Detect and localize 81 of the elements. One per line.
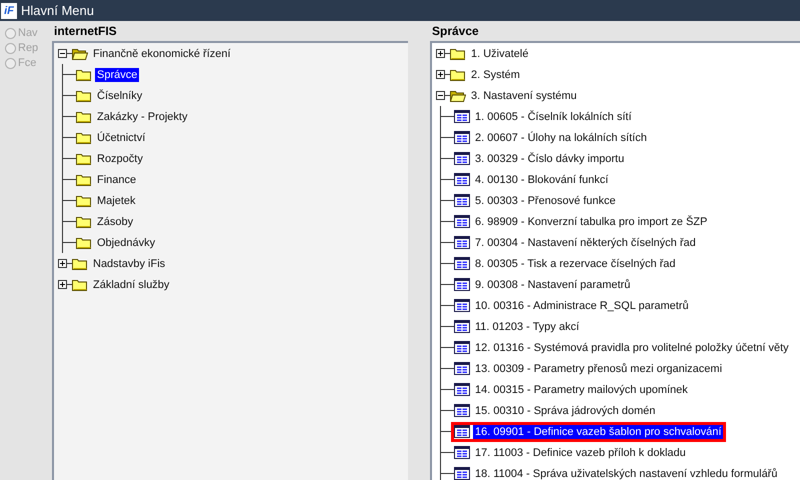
tree-item[interactable]: 5. 00303 - Přenosové funkce bbox=[473, 194, 618, 208]
folder-icon bbox=[76, 194, 92, 206]
tree-item[interactable]: 4. 00130 - Blokování funkcí bbox=[473, 172, 610, 186]
tree-item[interactable]: 7. 00304 - Nastavení některých číselných řad bbox=[473, 236, 698, 250]
table-window-icon bbox=[454, 215, 470, 228]
tree-item[interactable]: 2. Systém bbox=[469, 68, 522, 82]
table-window-icon bbox=[454, 278, 470, 291]
tree-item[interactable]: 16. 09901 - Definice vazeb šablon pro schvalování bbox=[473, 424, 724, 438]
expand-toggle[interactable] bbox=[58, 259, 67, 268]
table-window-icon bbox=[454, 257, 470, 270]
tree-item[interactable]: Objednávky bbox=[95, 236, 158, 250]
tree-item[interactable]: Zásoby bbox=[95, 214, 136, 228]
tree-item[interactable]: 12. 01316 - Systémová pravidla pro volitelné položky účetní věty bbox=[473, 340, 791, 354]
tree-item[interactable]: 14. 00315 - Parametry mailových upomínek bbox=[473, 382, 690, 396]
tree-item[interactable]: 18. 11004 - Správa uživatelských nastavení vzhledu formulářů bbox=[473, 466, 780, 480]
tree-item[interactable]: 11. 01203 - Typy akcí bbox=[473, 320, 582, 334]
tree-item[interactable]: 17. 11003 - Definice vazeb příloh k dokladu bbox=[473, 446, 688, 460]
tree-item[interactable]: Nadstavby iFis bbox=[91, 256, 168, 270]
table-window-icon bbox=[454, 362, 470, 375]
folder-icon bbox=[450, 68, 466, 80]
tree-item[interactable]: Finančně ekonomické řízení bbox=[91, 46, 233, 60]
table-window-icon bbox=[454, 110, 470, 123]
tree-item[interactable]: 3. Nastavení systému bbox=[469, 88, 579, 102]
table-window-icon bbox=[454, 383, 470, 396]
app-logo: iF bbox=[1, 2, 17, 18]
folder-icon bbox=[72, 278, 88, 290]
tree-item[interactable]: 2. 00607 - Úlohy na lokálních sítích bbox=[473, 130, 649, 144]
table-window-icon bbox=[454, 173, 470, 186]
tree-item[interactable]: 1. 00605 - Číselník lokálních sítí bbox=[473, 110, 634, 124]
folder-icon bbox=[76, 216, 92, 228]
panel-title: Správce bbox=[431, 23, 480, 40]
tree-item[interactable]: 3. 00329 - Číslo dávky importu bbox=[473, 152, 626, 166]
table-window-icon bbox=[454, 131, 470, 144]
expand-toggle[interactable] bbox=[436, 49, 445, 58]
open-folder-icon bbox=[450, 90, 466, 102]
folder-icon bbox=[76, 152, 92, 164]
expand-toggle[interactable] bbox=[58, 280, 67, 289]
folder-icon bbox=[76, 110, 92, 122]
minus-icon bbox=[437, 92, 444, 99]
folder-icon bbox=[76, 132, 92, 144]
plus-icon bbox=[59, 260, 66, 267]
tree-item[interactable]: 6. 98909 - Konverzní tabulka pro import ze ŠZP bbox=[473, 214, 710, 228]
folder-icon bbox=[76, 90, 92, 102]
tree-item[interactable]: Základní služby bbox=[91, 278, 172, 292]
folder-icon bbox=[76, 174, 92, 186]
plus-icon bbox=[59, 281, 66, 288]
tree-item[interactable]: Číselníky bbox=[95, 88, 144, 102]
tree-item[interactable]: Správce bbox=[95, 68, 140, 82]
table-window-icon bbox=[454, 404, 470, 417]
tree-item[interactable]: 10. 00316 - Administrace R_SQL parametrů bbox=[473, 298, 691, 312]
table-window-icon bbox=[454, 341, 470, 354]
tree-item[interactable]: 9. 00308 - Nastavení parametrů bbox=[473, 278, 632, 292]
folder-icon bbox=[450, 48, 466, 60]
folder-icon bbox=[72, 258, 88, 270]
tree-item[interactable]: Zakázky - Projekty bbox=[95, 110, 190, 124]
tree-item[interactable]: 1. Uživatelé bbox=[469, 46, 530, 60]
table-window-icon bbox=[454, 299, 470, 312]
open-folder-icon bbox=[72, 48, 88, 60]
tree-item[interactable]: 15. 00310 - Správa jádrových domén bbox=[473, 404, 658, 418]
table-window-icon bbox=[454, 194, 470, 207]
window-title: Hlavní Menu bbox=[21, 2, 94, 20]
tree-item[interactable]: Účetnictví bbox=[95, 130, 148, 144]
minus-icon bbox=[59, 50, 66, 57]
folder-icon bbox=[76, 236, 92, 248]
expand-toggle[interactable] bbox=[436, 70, 445, 79]
table-window-icon bbox=[454, 320, 470, 333]
panel-title: internetFIS bbox=[53, 23, 118, 40]
table-window-icon bbox=[454, 446, 470, 459]
plus-icon bbox=[437, 71, 444, 78]
table-window-icon bbox=[454, 425, 470, 438]
folder-icon bbox=[76, 68, 92, 80]
tree-item[interactable]: 13. 00309 - Parametry přenosů mezi organizacemi bbox=[473, 362, 724, 376]
tree-item[interactable]: Rozpočty bbox=[95, 152, 145, 166]
tree-item[interactable]: Majetek bbox=[95, 194, 138, 208]
plus-icon bbox=[437, 50, 444, 57]
table-window-icon bbox=[454, 236, 470, 249]
expand-toggle[interactable] bbox=[436, 91, 445, 100]
expand-toggle[interactable] bbox=[58, 49, 67, 58]
tree-item[interactable]: Finance bbox=[95, 172, 138, 186]
table-window-icon bbox=[454, 152, 470, 165]
tree-item[interactable]: 8. 00305 - Tisk a rezervace číselných řad bbox=[473, 256, 678, 270]
